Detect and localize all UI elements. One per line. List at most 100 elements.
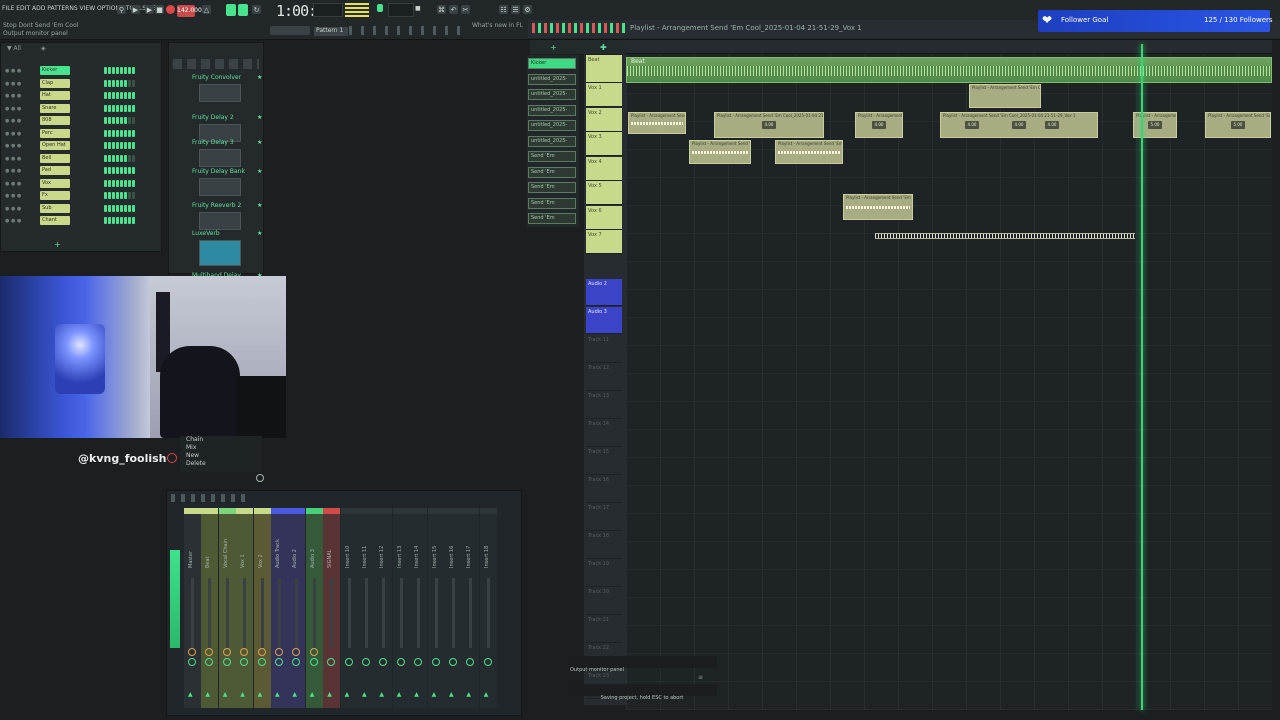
mixer-strip[interactable]: Insert 12 ▲ [375,508,393,708]
channel-steps[interactable] [104,67,135,74]
channel-steps[interactable] [104,79,135,87]
mixer-strip[interactable]: Vox 2 ▲ [253,508,271,708]
pattern-item[interactable]: Send 'Em Cool_2025-05 [528,213,576,224]
snap-icon[interactable]: ⌘ [437,5,446,14]
mixer-fader[interactable] [469,578,473,648]
track-header[interactable]: Vox 3 [586,132,622,156]
audio-clip[interactable]: Playlist - Arrangement Send 'Em Cool_202… [628,112,686,134]
pattern-item[interactable]: untitled_2025-01-04 21-51 [528,73,576,85]
pan-knob[interactable] [327,658,336,666]
volume-knob[interactable] [275,648,283,656]
track-header[interactable]: Vox 6 [586,205,622,230]
channel-steps[interactable] [104,104,135,112]
loop-record-icon[interactable]: ↻ [252,5,261,14]
plugin-icon[interactable]: ⚙ [523,5,532,14]
track-header[interactable]: Vox 1 [586,83,622,107]
track-header[interactable]: Track 17 [586,503,622,531]
automation-clip[interactable] [875,233,1135,239]
mixer-strip[interactable]: Insert 15 ▲ [427,508,445,708]
channel-row[interactable]: ● ● ● Open Hat [0,141,160,153]
send-knob[interactable]: ▲ [223,691,231,699]
mixer-fader[interactable] [434,578,438,648]
track-header[interactable]: Track 12 [586,363,622,391]
volume-knob[interactable] [292,648,301,656]
channel-row[interactable]: ● ● ● Kicker [0,66,160,78]
channel-mute-dots[interactable]: ● ● ● [5,218,21,224]
track-header[interactable]: Track 14 [586,419,622,447]
mixer-fader[interactable] [243,578,247,648]
pan-knob[interactable] [188,658,196,666]
pattern-selector[interactable]: Pattern 1 [314,27,348,36]
channel-row[interactable]: ● ● ● 808 [0,116,160,128]
channel-mute-dots[interactable]: ● ● ● [5,181,21,187]
toast-close-icon[interactable]: ≡ [698,674,703,681]
channel-row[interactable]: ● ● ● Chant [0,216,160,228]
mixer-strip[interactable]: Beat ▲ [201,508,219,708]
audio-clip[interactable]: Playlist - Arrangement Send 'Em Cool_202… [969,84,1041,108]
track-header[interactable]: Vox 2 [586,107,622,132]
mixer-fader[interactable] [486,578,490,648]
pan-knob[interactable] [396,658,405,666]
mixer-strip[interactable]: Audio 3 ▲ [305,508,323,708]
channel-name[interactable]: Open Hat [40,141,70,150]
channel-mute-dots[interactable]: ● ● ● [5,93,21,99]
audio-clip[interactable]: Playlist - Arrangement Send 'Em Cool_202… [1205,112,1271,138]
mixer-strip[interactable]: SIGNAL ▲ [323,508,341,708]
favorite-star-icon[interactable]: ★ [257,114,262,121]
rack-swing-icon[interactable]: ◈ [41,45,46,53]
pan-knob[interactable] [414,658,423,666]
timeline-ruler[interactable] [626,40,1272,54]
track-header[interactable]: Track 11 [586,335,622,363]
pan-knob[interactable] [309,658,318,666]
mixer-strip[interactable]: Insert 17 ▲ [462,508,480,708]
track-header[interactable]: Track 15 [586,447,622,475]
track-header[interactable]: Audio 3 [586,307,622,334]
volume-knob[interactable] [240,648,249,656]
channel-mute-dots[interactable]: ● ● ● [5,206,21,212]
volume-knob[interactable] [205,648,214,656]
tempo-display[interactable]: 142.000 [177,5,202,17]
pan-knob[interactable] [205,658,214,666]
channel-mute-dots[interactable]: ● ● ● [5,168,21,174]
send-knob[interactable]: ▲ [275,691,283,699]
send-knob[interactable]: ▲ [188,691,196,699]
favorite-star-icon[interactable]: ★ [257,139,262,146]
channel-steps[interactable] [104,154,135,162]
mixer-strip[interactable]: Audio 2 ▲ [288,508,306,708]
send-knob[interactable]: ▲ [345,691,353,699]
pan-knob[interactable] [240,658,249,666]
mixer-fader[interactable] [399,578,403,648]
metronome-icon[interactable]: △ [202,5,211,14]
send-knob[interactable]: ▲ [310,691,318,699]
submenu-item[interactable]: Delete [180,460,262,468]
channel-row[interactable]: ● ● ● Snare [0,103,160,116]
audio-clip[interactable]: Playlist - Arrangement Send 'Em Cool_202… [689,140,751,164]
track-header[interactable]: Beat [586,55,622,83]
pattern-item[interactable]: untitled_2025-01-04 21-52 [528,89,576,100]
pattern-song-toggle[interactable]: ▶ [131,5,140,14]
pan-knob[interactable] [275,658,283,666]
beat-audio-clip[interactable]: Beat [626,57,1272,83]
channel-row[interactable]: ● ● ● Hat [0,91,160,103]
mixer-fader[interactable] [452,578,455,648]
track-header[interactable]: Track 13 [586,391,622,419]
undo-icon[interactable]: ↶ [449,5,458,14]
mixer-fader[interactable] [191,578,194,648]
channel-mute-dots[interactable]: ● ● ● [5,193,21,199]
send-knob[interactable]: ▲ [379,691,387,699]
send-knob[interactable]: ▲ [449,691,457,699]
send-knob[interactable]: ▲ [240,691,248,699]
stop-button[interactable]: ■ [155,5,164,14]
plugin-thumbnail[interactable] [199,212,241,230]
mixer-fader[interactable] [365,578,368,648]
channel-name[interactable]: Bell [40,153,70,163]
track-header[interactable]: Vox 5 [586,181,622,205]
track-header[interactable]: Track 19 [586,559,622,587]
pan-knob[interactable] [449,658,457,666]
channel-name[interactable]: Perc [40,128,70,138]
wait-input-button[interactable] [226,4,236,16]
plugin-thumbnail[interactable] [199,149,241,167]
favorite-star-icon[interactable]: ★ [257,230,262,237]
channel-steps[interactable] [104,129,135,137]
browser-item[interactable]: Fruity Delay Bank [192,168,245,176]
